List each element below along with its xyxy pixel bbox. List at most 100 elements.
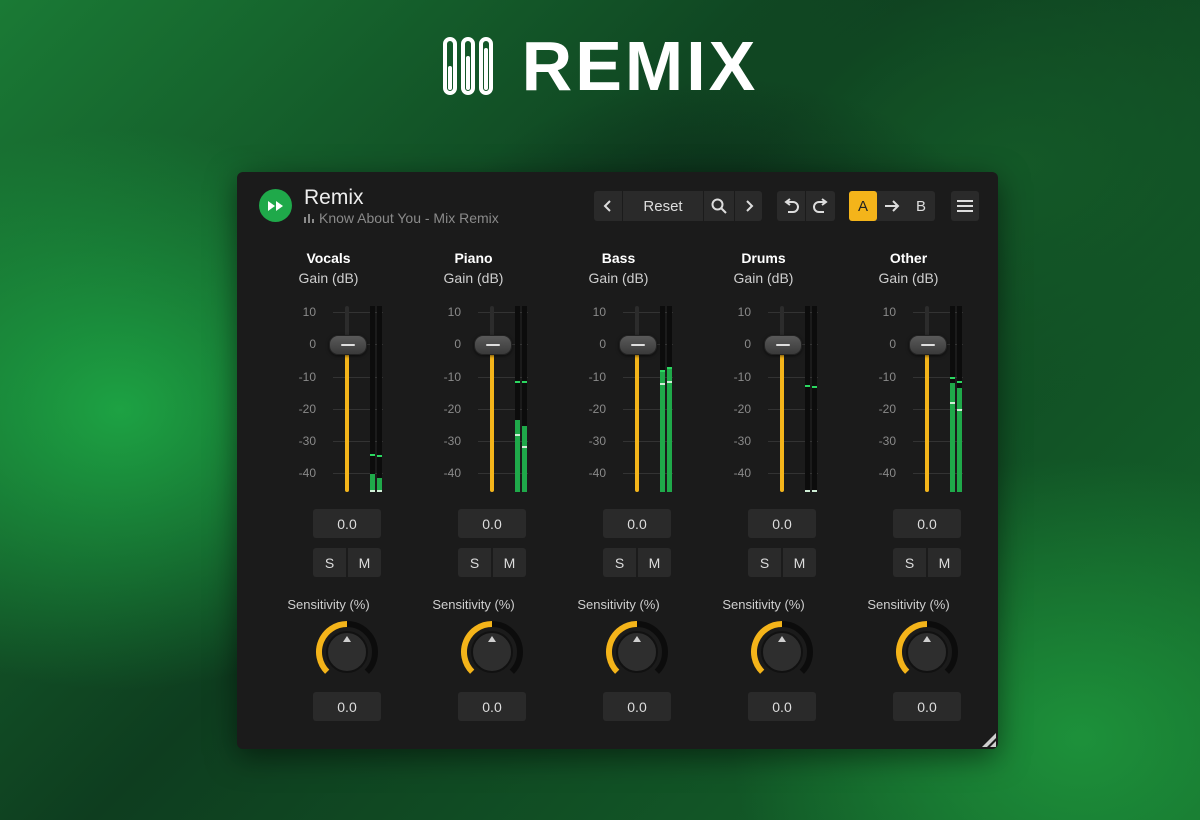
sensitivity-label: Sensitivity (%)	[287, 597, 370, 612]
gain-scale-tick: -30	[733, 433, 751, 448]
gain-scale-tick: -10	[733, 369, 751, 384]
level-meter-right	[377, 306, 382, 493]
level-meter-left	[660, 306, 665, 492]
gain-label: Gain (dB)	[588, 270, 649, 286]
solo-button[interactable]: S	[748, 548, 781, 577]
gain-gridline	[623, 472, 673, 474]
gain-scale-tick: -30	[588, 433, 606, 448]
gain-label: Gain (dB)	[733, 270, 794, 286]
gain-gridline	[333, 408, 383, 410]
gain-gridline	[623, 376, 673, 378]
gain-scale-tick: -20	[733, 401, 751, 416]
sensitivity-knob[interactable]	[895, 620, 959, 684]
gain-scale-tick: -10	[443, 369, 461, 384]
sensitivity-knob[interactable]	[750, 620, 814, 684]
fader-grip	[341, 344, 355, 347]
channel-name: Drums	[741, 250, 786, 266]
sensitivity-value-field[interactable]: 0.0	[458, 692, 526, 721]
mute-button[interactable]: M	[783, 548, 816, 577]
sensitivity-label: Sensitivity (%)	[867, 597, 950, 612]
gain-value-field[interactable]: 0.0	[748, 509, 816, 538]
gain-scale-tick: 0	[309, 337, 316, 352]
gain-scale-tick: -30	[443, 433, 461, 448]
gain-fader-handle[interactable]	[909, 335, 947, 356]
gain-scale-tick: -40	[298, 465, 316, 480]
meter-rms-marker	[667, 381, 672, 384]
meter-peak-hold	[950, 376, 955, 379]
gain-gridline	[913, 440, 963, 442]
sensitivity-value-field[interactable]: 0.0	[313, 692, 381, 721]
level-meter-left	[370, 306, 375, 493]
meter-peak-hold	[957, 381, 962, 384]
meter-level	[667, 366, 672, 492]
fader-grip	[921, 344, 935, 347]
gain-scale-tick: 0	[889, 337, 896, 352]
mute-button[interactable]: M	[638, 548, 671, 577]
meter-peak-hold	[377, 455, 382, 458]
gain-label: Gain (dB)	[878, 270, 939, 286]
fader-grip	[631, 344, 645, 347]
gain-value-field[interactable]: 0.0	[313, 509, 381, 538]
solo-mute-group: S M	[458, 548, 526, 577]
sensitivity-value-field[interactable]: 0.0	[748, 692, 816, 721]
plugin-window: Remix Know About You - Mix Remix Reset A…	[237, 172, 998, 749]
mute-button[interactable]: M	[928, 548, 961, 577]
sensitivity-value-field[interactable]: 0.0	[603, 692, 671, 721]
gain-fader-fill	[635, 344, 639, 492]
gain-gridline	[623, 312, 673, 314]
solo-button[interactable]: S	[603, 548, 636, 577]
slider-bars-icon	[442, 37, 493, 95]
fader-grip	[776, 344, 790, 347]
channel-strip-drums: Drums Gain (dB) 10 0 -10 -20 -30 -40 0.0 S M Se…	[691, 172, 836, 749]
meter-rms-marker	[950, 402, 955, 405]
meter-rms-marker	[377, 490, 382, 493]
brand-header: REMIX	[0, 30, 1200, 102]
gain-scale-tick: 10	[447, 305, 461, 320]
gain-value-field[interactable]: 0.0	[458, 509, 526, 538]
gain-label: Gain (dB)	[298, 270, 359, 286]
gain-scale-tick: 10	[882, 305, 896, 320]
sensitivity-value-field[interactable]: 0.0	[893, 692, 961, 721]
solo-mute-group: S M	[893, 548, 961, 577]
meter-level	[370, 474, 375, 492]
gain-scale-tick: 0	[454, 337, 461, 352]
gain-gridline	[333, 376, 383, 378]
mute-button[interactable]: M	[348, 548, 381, 577]
gain-scale-tick: 0	[599, 337, 606, 352]
gain-label: Gain (dB)	[443, 270, 504, 286]
gain-scale-tick: -30	[298, 433, 316, 448]
meter-peak-hold	[667, 366, 672, 369]
gain-gridline	[333, 440, 383, 442]
channel-name: Piano	[454, 250, 493, 266]
sensitivity-knob[interactable]	[605, 620, 669, 684]
solo-button[interactable]: S	[893, 548, 926, 577]
sensitivity-knob[interactable]	[315, 620, 379, 684]
solo-button[interactable]: S	[458, 548, 491, 577]
gain-fader-handle[interactable]	[329, 335, 367, 356]
sensitivity-knob[interactable]	[460, 620, 524, 684]
gain-gridline	[913, 408, 963, 410]
gain-gridline	[478, 472, 528, 474]
meter-rms-marker	[805, 490, 810, 493]
gain-gridline	[478, 312, 528, 314]
gain-value-field[interactable]: 0.0	[893, 509, 961, 538]
gain-gridline	[768, 408, 818, 410]
solo-button[interactable]: S	[313, 548, 346, 577]
level-meter-right	[957, 306, 962, 492]
gain-fader-handle[interactable]	[619, 335, 657, 356]
mute-button[interactable]: M	[493, 548, 526, 577]
resize-handle-icon[interactable]	[982, 733, 996, 747]
gain-scale-tick: 10	[737, 305, 751, 320]
sensitivity-label: Sensitivity (%)	[577, 597, 660, 612]
sensitivity-label: Sensitivity (%)	[722, 597, 805, 612]
channel-strip-piano: Piano Gain (dB) 10 0 -10 -20 -30 -40 0.0 S M Se…	[401, 172, 546, 749]
gain-fader-fill	[490, 344, 494, 492]
gain-fader-handle[interactable]	[474, 335, 512, 356]
gain-value-field[interactable]: 0.0	[603, 509, 671, 538]
gain-gridline	[768, 376, 818, 378]
meter-rms-marker	[370, 490, 375, 493]
gain-scale-tick: 0	[744, 337, 751, 352]
gain-fader-handle[interactable]	[764, 335, 802, 356]
channel-name: Other	[889, 250, 928, 266]
sensitivity-label: Sensitivity (%)	[432, 597, 515, 612]
